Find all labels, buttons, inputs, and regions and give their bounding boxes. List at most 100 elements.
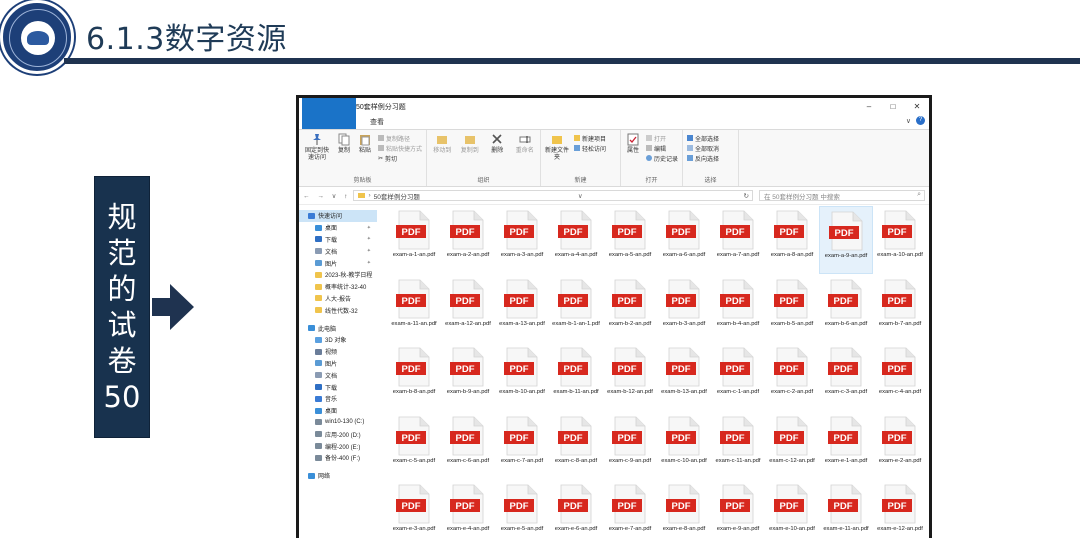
file-item[interactable]: PDF exam-e-4-an.pdf: [441, 480, 495, 538]
file-item[interactable]: PDF exam-c-10-an.pdf: [657, 412, 711, 480]
file-item[interactable]: PDF exam-c-7-an.pdf: [495, 412, 549, 480]
address-bar[interactable]: › 50套样例分习题 ∨ ↻: [353, 190, 753, 201]
file-item[interactable]: PDF exam-b-1-an-1.pdf: [549, 275, 603, 343]
help-icon[interactable]: ?: [916, 116, 925, 125]
search-input[interactable]: 在 50套样例分习题 中搜索 ⌕: [759, 190, 925, 201]
sidebar-item[interactable]: 线性代数-32: [299, 304, 377, 316]
file-item[interactable]: PDF exam-b-13-an.pdf: [657, 343, 711, 411]
open-button[interactable]: 打开: [645, 134, 678, 143]
tab-view[interactable]: 查看: [362, 115, 392, 129]
file-item[interactable]: PDF exam-b-5-an.pdf: [765, 275, 819, 343]
file-item[interactable]: PDF exam-a-1-an.pdf: [387, 206, 441, 274]
file-item[interactable]: PDF exam-b-10-an.pdf: [495, 343, 549, 411]
sidebar-item[interactable]: 2023-秋-教学日程: [299, 269, 377, 281]
file-item[interactable]: PDF exam-e-1-an.pdf: [819, 412, 873, 480]
file-item[interactable]: PDF exam-c-11-an.pdf: [711, 412, 765, 480]
sidebar-item[interactable]: 此电脑: [299, 322, 377, 334]
sidebar-item[interactable]: 人大-报告: [299, 293, 377, 305]
sidebar-item[interactable]: 桌面 ✦: [299, 222, 377, 234]
drive-icon: [315, 443, 322, 450]
collapse-ribbon-icon[interactable]: ∨: [906, 117, 911, 125]
minimize-button[interactable]: –: [857, 102, 881, 111]
file-item[interactable]: PDF exam-e-12-an.pdf: [873, 480, 927, 538]
sidebar-item[interactable]: 视频: [299, 346, 377, 358]
file-item[interactable]: PDF exam-e-3-an.pdf: [387, 480, 441, 538]
file-item[interactable]: PDF exam-c-4-an.pdf: [873, 343, 927, 411]
file-item[interactable]: PDF exam-e-9-an.pdf: [711, 480, 765, 538]
file-item[interactable]: PDF exam-e-11-an.pdf: [819, 480, 873, 538]
tab-file[interactable]: 文件: [302, 98, 356, 129]
file-item[interactable]: PDF exam-c-2-an.pdf: [765, 343, 819, 411]
up-arrow-icon[interactable]: ↑: [344, 193, 347, 200]
file-item[interactable]: PDF exam-e-7-an.pdf: [603, 480, 657, 538]
back-arrow-icon[interactable]: ←: [303, 193, 310, 200]
history-button[interactable]: 历史记录: [645, 154, 678, 163]
close-button[interactable]: ✕: [905, 102, 929, 111]
file-item[interactable]: PDF exam-a-4-an.pdf: [549, 206, 603, 274]
file-item[interactable]: PDF exam-e-8-an.pdf: [657, 480, 711, 538]
file-item[interactable]: PDF exam-c-5-an.pdf: [387, 412, 441, 480]
sidebar-item[interactable]: 应用-200 (D:): [299, 428, 377, 440]
file-item[interactable]: PDF exam-b-9-an.pdf: [441, 343, 495, 411]
file-item[interactable]: PDF exam-a-9-an.pdf: [819, 206, 873, 274]
file-item[interactable]: PDF exam-b-3-an.pdf: [657, 275, 711, 343]
file-item[interactable]: PDF exam-e-10-an.pdf: [765, 480, 819, 538]
sidebar-item[interactable]: win10-130 (C:): [299, 417, 377, 429]
new-item-button[interactable]: 新建项目: [574, 134, 606, 143]
edit-button[interactable]: 编辑: [645, 144, 678, 153]
file-item[interactable]: PDF exam-a-3-an.pdf: [495, 206, 549, 274]
sidebar-item[interactable]: 文档: [299, 369, 377, 381]
invert-selection-button[interactable]: 反向选择: [687, 154, 719, 163]
sidebar-item[interactable]: 图片 ✦: [299, 257, 377, 269]
forward-arrow-icon[interactable]: →: [317, 193, 324, 200]
sidebar-item[interactable]: 下载: [299, 381, 377, 393]
file-item[interactable]: PDF exam-e-5-an.pdf: [495, 480, 549, 538]
file-item[interactable]: PDF exam-a-10-an.pdf: [873, 206, 927, 274]
file-item[interactable]: PDF exam-a-11-an.pdf: [387, 275, 441, 343]
file-item[interactable]: PDF exam-a-5-an.pdf: [603, 206, 657, 274]
sidebar-item[interactable]: 音乐: [299, 393, 377, 405]
file-item[interactable]: PDF exam-b-7-an.pdf: [873, 275, 927, 343]
select-none-button[interactable]: 全部取消: [687, 144, 719, 153]
sidebar-item[interactable]: 图片: [299, 358, 377, 370]
sidebar-item[interactable]: 网络: [299, 470, 377, 482]
file-item[interactable]: PDF exam-b-4-an.pdf: [711, 275, 765, 343]
file-item[interactable]: PDF exam-a-8-an.pdf: [765, 206, 819, 274]
sidebar-item[interactable]: 下载 ✦: [299, 234, 377, 246]
maximize-button[interactable]: □: [881, 102, 905, 111]
file-item[interactable]: PDF exam-c-6-an.pdf: [441, 412, 495, 480]
sidebar-item[interactable]: 备份-400 (F:): [299, 452, 377, 464]
sidebar-item[interactable]: 3D 对象: [299, 334, 377, 346]
select-all-button[interactable]: 全部选择: [687, 134, 719, 143]
file-item[interactable]: PDF exam-c-12-an.pdf: [765, 412, 819, 480]
file-item[interactable]: PDF exam-c-9-an.pdf: [603, 412, 657, 480]
copy-path-button[interactable]: 复制路径: [378, 134, 422, 143]
file-item[interactable]: PDF exam-c-8-an.pdf: [549, 412, 603, 480]
file-item[interactable]: PDF exam-a-7-an.pdf: [711, 206, 765, 274]
sidebar-item[interactable]: 概率统计-32-40: [299, 281, 377, 293]
file-item[interactable]: PDF exam-b-8-an.pdf: [387, 343, 441, 411]
file-item[interactable]: PDF exam-b-2-an.pdf: [603, 275, 657, 343]
file-item[interactable]: PDF exam-a-13-an.pdf: [495, 275, 549, 343]
easy-access-button[interactable]: 轻松访问: [574, 144, 606, 153]
sidebar-item[interactable]: 文档 ✦: [299, 245, 377, 257]
sidebar-item[interactable]: 快速访问: [299, 210, 377, 222]
sidebar-item[interactable]: 编程-200 (E:): [299, 440, 377, 452]
breadcrumb[interactable]: 50套样例分习题: [374, 191, 420, 201]
file-item[interactable]: PDF exam-e-6-an.pdf: [549, 480, 603, 538]
file-item[interactable]: PDF exam-e-2-an.pdf: [873, 412, 927, 480]
file-item[interactable]: PDF exam-c-1-an.pdf: [711, 343, 765, 411]
cut-button[interactable]: ✂ 剪切: [378, 154, 422, 163]
file-item[interactable]: PDF exam-c-3-an.pdf: [819, 343, 873, 411]
paste-shortcut-button[interactable]: 粘贴快捷方式: [378, 144, 422, 153]
file-item[interactable]: PDF exam-b-12-an.pdf: [603, 343, 657, 411]
refresh-icon[interactable]: ↻: [744, 192, 749, 200]
address-dropdown-icon[interactable]: ∨: [578, 192, 583, 200]
sidebar-item[interactable]: 桌面: [299, 405, 377, 417]
file-item[interactable]: PDF exam-a-12-an.pdf: [441, 275, 495, 343]
file-item[interactable]: PDF exam-a-6-an.pdf: [657, 206, 711, 274]
file-item[interactable]: PDF exam-a-2-an.pdf: [441, 206, 495, 274]
file-item[interactable]: PDF exam-b-6-an.pdf: [819, 275, 873, 343]
recent-dropdown-icon[interactable]: ∨: [332, 193, 337, 200]
file-item[interactable]: PDF exam-b-11-an.pdf: [549, 343, 603, 411]
